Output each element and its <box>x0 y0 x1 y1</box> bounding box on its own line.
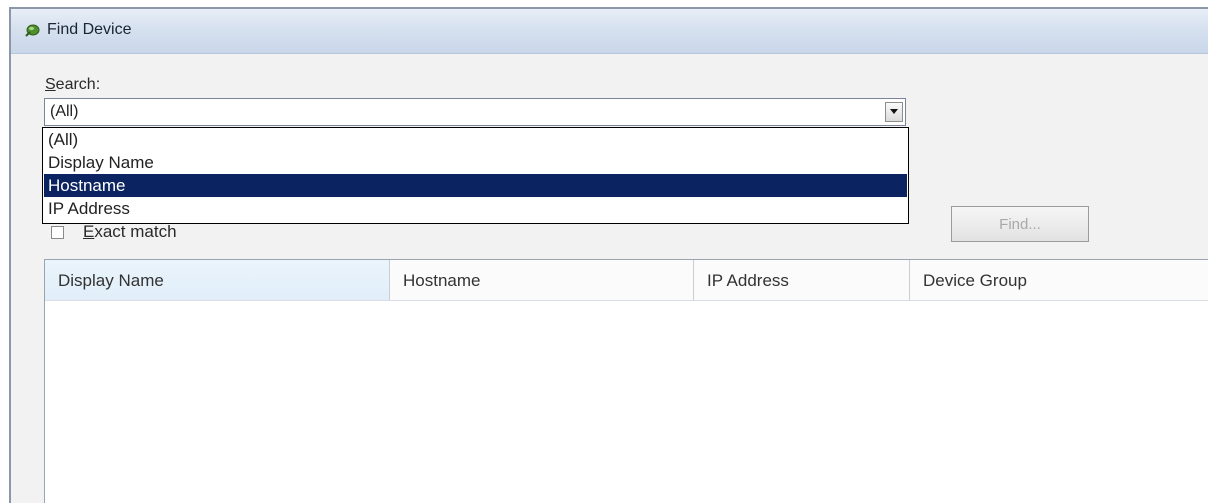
column-header-label: Device Group <box>923 271 1027 290</box>
find-device-icon <box>25 24 40 37</box>
find-button-label: Find... <box>999 216 1041 233</box>
exact-match-label: Exact match <box>83 222 177 242</box>
dropdown-option-ip-address[interactable]: IP Address <box>44 197 907 220</box>
search-label-accel: S <box>45 76 56 93</box>
exact-match-label-rest: xact match <box>94 222 177 241</box>
search-combobox-dropdown-button[interactable] <box>885 102 903 122</box>
title-bar: Find Device <box>11 9 1208 54</box>
column-header-device-group[interactable]: Device Group <box>910 260 1208 300</box>
search-combobox[interactable]: (All) <box>44 98 906 126</box>
search-label-rest: earch: <box>55 76 101 93</box>
results-table: Display Name Hostname IP Address Device … <box>44 259 1208 503</box>
column-header-ip-address[interactable]: IP Address <box>694 260 910 300</box>
search-dropdown-list: (All) Display Name Hostname IP Address <box>42 127 909 224</box>
dropdown-option-hostname[interactable]: Hostname <box>44 174 907 197</box>
exact-match-checkbox[interactable] <box>51 226 64 239</box>
exact-match-label-accel: E <box>83 222 95 241</box>
find-device-screen: Find Device Search: (All) Exact match Fi… <box>0 0 1208 503</box>
chevron-down-icon <box>890 109 898 114</box>
dropdown-option-all[interactable]: (All) <box>44 128 907 151</box>
table-header: Display Name Hostname IP Address Device … <box>45 260 1208 301</box>
column-header-label: Display Name <box>58 271 164 290</box>
column-header-label: Hostname <box>403 271 481 290</box>
column-header-label: IP Address <box>707 271 789 290</box>
find-device-window: Find Device Search: (All) Exact match Fi… <box>9 7 1208 503</box>
window-title: Find Device <box>47 21 132 38</box>
find-button[interactable]: Find... <box>951 206 1089 242</box>
search-label: Search: <box>45 76 100 94</box>
dropdown-option-display-name[interactable]: Display Name <box>44 151 907 174</box>
column-header-display-name[interactable]: Display Name <box>45 260 390 300</box>
column-header-hostname[interactable]: Hostname <box>390 260 694 300</box>
search-combobox-value: (All) <box>50 103 79 120</box>
